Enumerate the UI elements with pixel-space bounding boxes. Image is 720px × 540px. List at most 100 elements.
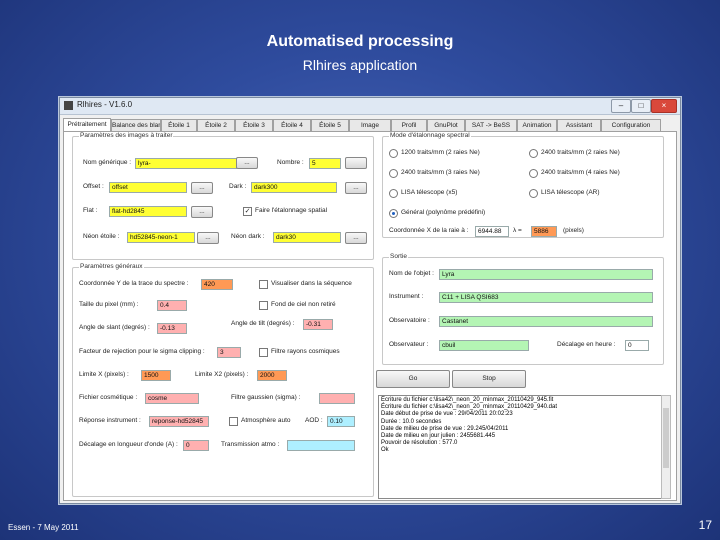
sigma-label: Facteur de rejection pour le sigma clipp… (79, 348, 205, 355)
dark-browse-button[interactable]: ... (345, 182, 367, 194)
neon-star-label: Néon étoile : (83, 233, 120, 240)
minimize-button[interactable]: – (611, 99, 631, 113)
seq-checkbox[interactable] (259, 280, 268, 289)
object-label: Nom de l'objet : (389, 270, 434, 277)
number-input[interactable]: 5 (309, 158, 341, 169)
tab-animation[interactable]: Animation (517, 119, 557, 131)
neon-star-input[interactable]: hd52845-neon-1 (127, 232, 195, 243)
images-group-legend: Paramètres des images à traiter (79, 132, 174, 139)
spatial-flat-checkbox[interactable]: ✓ (243, 207, 252, 216)
radio-opt1[interactable] (389, 149, 398, 158)
cosmetic-input[interactable]: cosme (145, 393, 199, 404)
tab-image[interactable]: Image (349, 119, 391, 131)
pixels-label: (pixels) (563, 227, 584, 234)
limit-x-label: Limite X (pixels) : (79, 371, 129, 378)
radio-opt5[interactable] (389, 189, 398, 198)
log-line: Date de milieu de prise de vue : 29.245/… (381, 425, 509, 432)
response-input[interactable]: reponse-hd52845 (149, 416, 209, 427)
radio-opt3[interactable] (389, 169, 398, 178)
sky-bg-checkbox[interactable] (259, 301, 268, 310)
cosmic-checkbox[interactable] (259, 348, 268, 357)
close-button[interactable]: × (651, 99, 677, 113)
log-line: Pouvoir de résolution : 577.0 (381, 440, 458, 447)
radio-opt6[interactable] (529, 189, 538, 198)
atmo-trans-input[interactable] (287, 440, 355, 451)
stop-button[interactable]: Stop (452, 370, 526, 388)
radio-opt2[interactable] (529, 149, 538, 158)
seq-label: Visualiser dans la séquence (271, 280, 352, 287)
dark-input[interactable]: dark300 (251, 182, 337, 193)
lambda-input[interactable]: 5886 (531, 226, 557, 237)
tilt-label: Angle de tilt (degrés) : (231, 320, 295, 327)
opt1-label: 1200 traits/mm (2 raies Ne) (401, 149, 480, 156)
go-button[interactable]: Go (376, 370, 450, 388)
slide-page-number: 17 (698, 518, 712, 532)
tab-assistant[interactable]: Assistant (557, 119, 601, 131)
tab-configuration[interactable]: Configuration (601, 119, 661, 131)
atmo-label: Atmosphère auto (241, 417, 291, 424)
log-scrollbar-thumb[interactable] (663, 408, 669, 468)
radio-opt7[interactable] (389, 209, 398, 218)
tab-etoile-5[interactable]: Étoile 5 (311, 119, 349, 131)
tab-etoile-4[interactable]: Étoile 4 (273, 119, 311, 131)
generic-name-browse-button[interactable]: ... (236, 157, 258, 169)
object-input[interactable]: Lyra (439, 269, 653, 280)
tab-sat-bess[interactable]: SAT -> BeSS (465, 119, 517, 131)
neon-dark-browse-button[interactable]: ... (345, 232, 367, 244)
tab-balance[interactable]: Balance des blancs (111, 119, 161, 131)
log-scrollbar[interactable] (661, 395, 671, 499)
limit-x-input[interactable]: 1500 (141, 370, 171, 381)
tab-etoile-2[interactable]: Étoile 2 (197, 119, 235, 131)
pixel-size-input[interactable]: 0.4 (157, 300, 187, 311)
coord-input[interactable]: 6944.88 (475, 226, 509, 237)
images-group: Paramètres des images à traiter Nom géné… (72, 132, 374, 260)
log-line: Date début de prise de vue : 29/04/2011 … (381, 411, 513, 418)
number-spin-button[interactable] (345, 157, 367, 169)
opt4-label: 2400 traits/mm (4 raies Ne) (541, 169, 620, 176)
slide-footer: Essen - 7 May 2011 (8, 523, 79, 532)
atmo-checkbox[interactable] (229, 417, 238, 426)
observer-input[interactable]: cbuil (439, 340, 529, 351)
tab-profil[interactable]: Profil (391, 119, 427, 131)
flat-browse-button[interactable]: ... (191, 206, 213, 218)
log-line: Durée : 10.0 secondes (381, 418, 442, 425)
instrument-input[interactable]: C11 + LISA QSI683 (439, 292, 653, 303)
sigma-input[interactable]: 3 (217, 347, 241, 358)
aod-input[interactable]: 0.10 (327, 416, 355, 427)
log-output[interactable]: Écriture du fichier c:\lisa42\_neon_20_m… (378, 395, 664, 499)
spatial-flat-label: Faire l'étalonnage spatial (255, 207, 328, 214)
radio-opt4[interactable] (529, 169, 538, 178)
offset-browse-button[interactable]: ... (191, 182, 213, 194)
tilt-input[interactable]: -0.31 (303, 319, 333, 330)
tab-pretraitement[interactable]: Prétraitement (63, 118, 111, 132)
gauss-input[interactable] (319, 393, 355, 404)
neon-dark-input[interactable]: dark30 (273, 232, 341, 243)
output-group: Sortie Nom de l'objet : Lyra Instrument … (382, 253, 664, 365)
offset-input[interactable]: offset (109, 182, 187, 193)
neon-star-browse-button[interactable]: ... (197, 232, 219, 244)
coord-label: Coordonnée X de la raie à : (389, 227, 469, 234)
tab-gnuplot[interactable]: GnuPlot (427, 119, 465, 131)
dark-label: Dark : (229, 183, 247, 190)
opt6-label: LISA télescope (AR) (541, 189, 600, 196)
log-line: Ok (381, 447, 389, 454)
lambda-shift-input[interactable]: 0 (183, 440, 209, 451)
window-titlebar[interactable]: Rlhires - V1.6.0 – □ × (60, 98, 680, 115)
slant-input[interactable]: -0.13 (157, 323, 187, 334)
atmo-trans-label: Transmission atmo : (221, 441, 280, 448)
flat-input[interactable]: flat-hd2845 (109, 206, 187, 217)
generic-name-input[interactable]: lyra- (135, 158, 237, 169)
tab-etoile-3[interactable]: Étoile 3 (235, 119, 273, 131)
y-coord-input[interactable]: 420 (201, 279, 233, 290)
limit-x2-input[interactable]: 2000 (257, 370, 287, 381)
pixel-size-label: Taille du pixel (mm) : (79, 301, 139, 308)
general-group: Paramètres généraux Coordonnée Y de la t… (72, 263, 374, 497)
instrument-label: Instrument : (389, 293, 424, 300)
generic-name-label: Nom générique : (83, 159, 132, 166)
hour-shift-input[interactable]: 0 (625, 340, 649, 351)
tab-etoile-1[interactable]: Étoile 1 (161, 119, 197, 131)
y-coord-label: Coordonnée Y de la trace du spectre : (79, 280, 189, 287)
observatory-input[interactable]: Castanet (439, 316, 653, 327)
maximize-button[interactable]: □ (631, 99, 651, 113)
neon-dark-label: Néon dark : (231, 233, 265, 240)
